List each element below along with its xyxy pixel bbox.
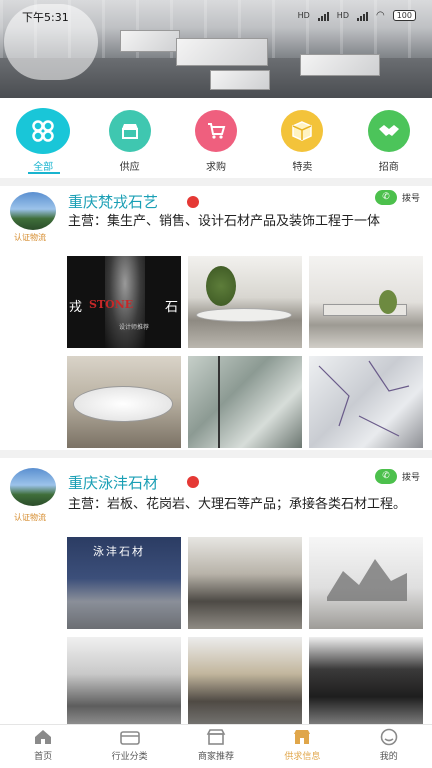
tab-category[interactable]: 行业分类 (95, 725, 165, 768)
product-photo[interactable] (188, 637, 302, 729)
network-label-1: HD (297, 11, 310, 20)
supply-icon (292, 729, 312, 745)
company-photos: 戎 STONE 石 设计师推荐 (67, 256, 423, 448)
company-main-business: 主营：岩板、花岗岩、大理石等产品；承接各类石材工程。 (68, 497, 407, 512)
signal-icon (317, 11, 329, 21)
company-card[interactable]: 认证物流 重庆泳沣石材 ✆ 拨号 主营：岩板、花岗岩、大理石等产品；承接各类石材… (0, 458, 432, 729)
company-logo (10, 192, 56, 230)
shop-icon (108, 110, 151, 152)
home-icon (33, 729, 53, 745)
product-photo[interactable]: 戎 STONE 石 设计师推荐 (67, 256, 181, 348)
dial-label: 拨号 (401, 193, 420, 204)
product-photo[interactable] (309, 637, 423, 729)
tab-home[interactable]: 首页 (8, 725, 78, 768)
network-label-2: HD (336, 11, 349, 20)
status-icons: HD HD ◠ 100 (298, 10, 416, 21)
company-name[interactable]: 重庆泳沣石材 (68, 472, 158, 493)
product-photo[interactable]: 泳沣石材 (67, 537, 181, 629)
wifi-icon: ◠ (375, 10, 385, 21)
category-label: 全部 (33, 162, 54, 173)
category-invest[interactable]: 招商 (354, 110, 424, 176)
banner-slab (120, 30, 180, 52)
status-time: 下午5:31 (22, 11, 69, 24)
tab-label: 首页 (34, 752, 53, 762)
photo-text: 石 (165, 300, 179, 315)
cert-label: 认证物流 (14, 233, 46, 242)
cert-label: 认证物流 (14, 513, 46, 522)
photo-text: STONE (89, 298, 134, 311)
tab-label: 供求信息 (284, 752, 321, 762)
ink-mountain (327, 559, 407, 601)
badge-dot (187, 196, 199, 208)
cart-icon (194, 110, 237, 152)
tab-profile[interactable]: 我的 (354, 725, 424, 768)
product-photo[interactable] (309, 537, 423, 629)
photo-text: 泳沣石材 (93, 545, 145, 558)
category-icon (119, 729, 140, 745)
battery-icon: 100 (392, 10, 416, 21)
tab-label: 商家推荐 (197, 752, 234, 762)
category-supply[interactable]: 供应 (95, 110, 165, 176)
tab-label: 行业分类 (111, 752, 148, 762)
product-photo[interactable] (188, 537, 302, 629)
category-buy[interactable]: 求购 (181, 110, 251, 176)
banner-slab (176, 38, 268, 66)
top-banner[interactable]: 下午5:31 HD HD ◠ 100 (0, 0, 432, 98)
profile-icon (379, 728, 399, 746)
banner-slab (300, 54, 380, 76)
photo-text: 设计师推荐 (119, 324, 150, 331)
phone-icon: ✆ (374, 468, 397, 484)
product-photo[interactable] (309, 256, 423, 348)
dial-label: 拨号 (401, 472, 420, 483)
phone-icon: ✆ (374, 189, 397, 205)
category-label: 特卖 (292, 162, 313, 173)
dial-button[interactable]: ✆ 拨号 (374, 189, 420, 205)
banner-slab (210, 70, 270, 90)
section-divider (0, 178, 432, 186)
tab-merchants[interactable]: 商家推荐 (181, 725, 251, 768)
company-name[interactable]: 重庆梵戎石艺 (68, 191, 158, 212)
product-photo[interactable] (188, 356, 302, 448)
handshake-icon (367, 110, 410, 152)
company-card[interactable]: 认证物流 重庆梵戎石艺 ✆ 拨号 主营：集生产、销售、设计石材产品及装饰工程于一… (0, 186, 432, 450)
tab-label: 我的 (379, 752, 398, 762)
product-photo[interactable] (309, 356, 423, 448)
company-logo (10, 468, 56, 506)
product-photo[interactable] (67, 637, 181, 729)
product-photo[interactable] (188, 256, 302, 348)
dial-button[interactable]: ✆ 拨号 (374, 468, 420, 484)
company-photos: 泳沣石材 (67, 537, 423, 729)
category-all[interactable]: 全部 (8, 108, 78, 176)
category-row: 全部 供应 求购 特卖 招商 (0, 108, 432, 176)
store-icon (206, 729, 226, 745)
tab-supply-info[interactable]: 供求信息 (267, 725, 337, 768)
category-label: 供应 (119, 162, 140, 173)
signal-icon (356, 11, 368, 21)
bottom-tab-bar: 首页 行业分类 商家推荐 供求信息 我的 (0, 724, 432, 768)
box-icon (281, 110, 324, 152)
category-sale[interactable]: 特卖 (267, 110, 337, 176)
marble-veins (318, 360, 410, 437)
photo-text: 戎 (69, 300, 83, 315)
category-active-indicator (28, 172, 60, 174)
product-photo[interactable] (67, 356, 181, 448)
grid-icon (16, 108, 71, 154)
section-divider (0, 450, 432, 458)
category-label: 求购 (205, 162, 226, 173)
category-label: 招商 (378, 162, 399, 173)
badge-dot (187, 476, 199, 488)
company-main-business: 主营：集生产、销售、设计石材产品及装饰工程于一体 (68, 214, 381, 229)
